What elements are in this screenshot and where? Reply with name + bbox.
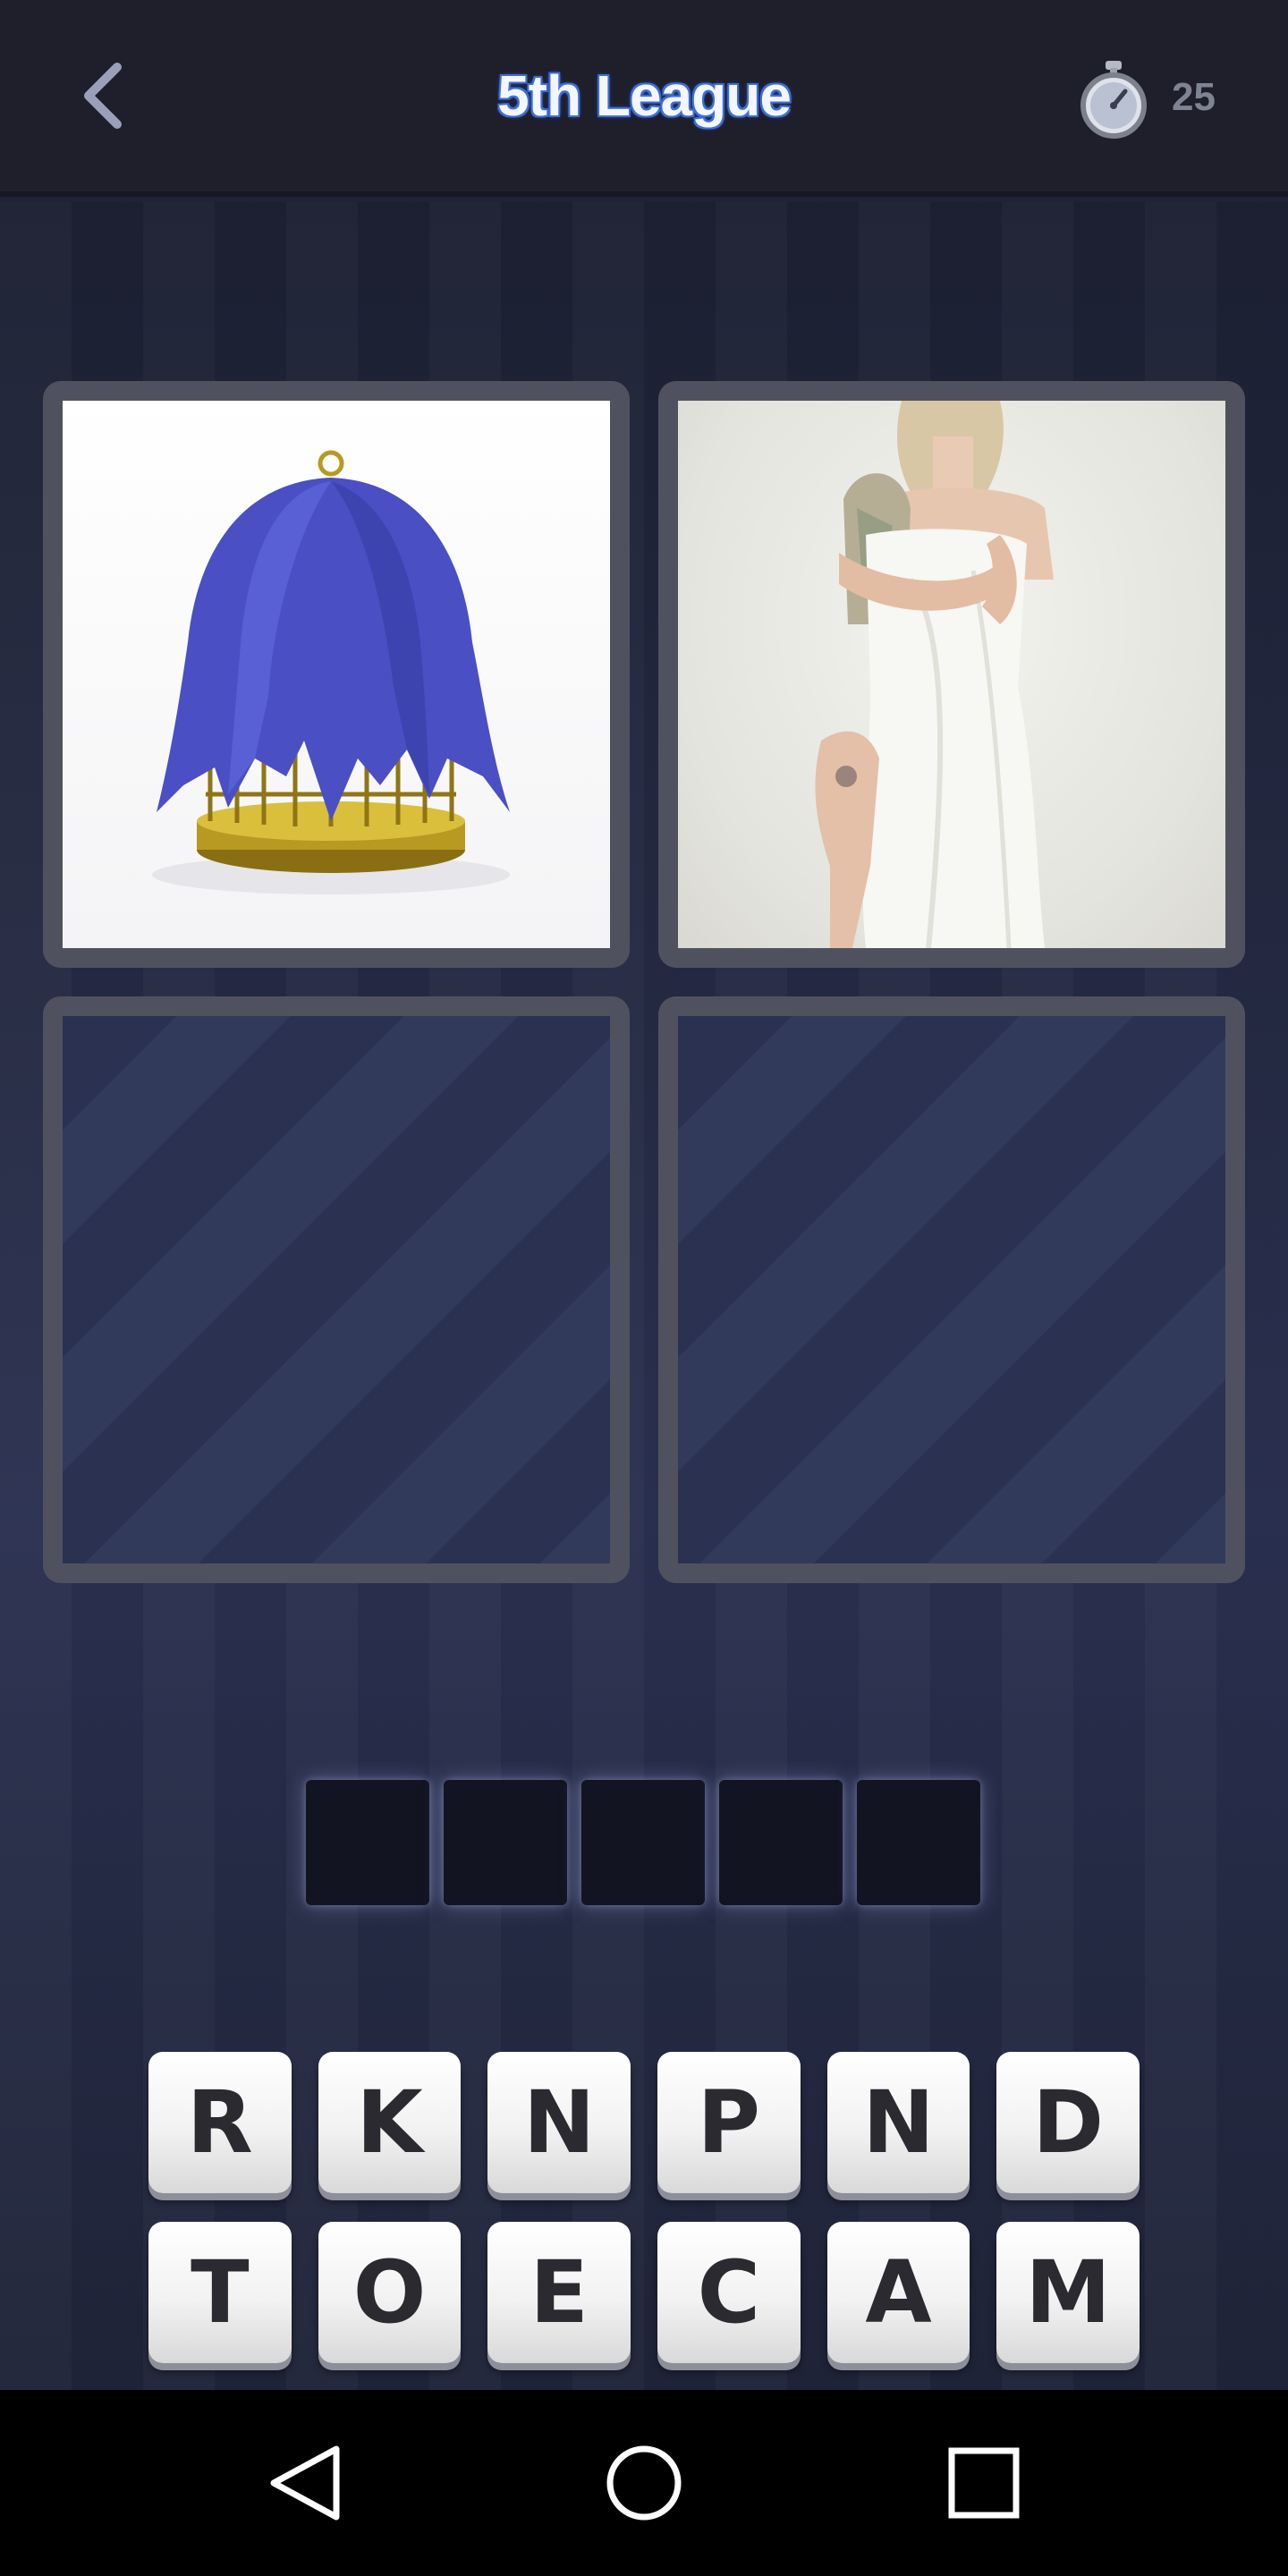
locked-tile-3[interactable] — [43, 996, 630, 1583]
answer-slot[interactable] — [857, 1780, 980, 1905]
locked-tile-4[interactable] — [658, 996, 1245, 1583]
woman-illustration — [815, 401, 1054, 948]
picture-tile-2[interactable] — [658, 381, 1245, 968]
letter-key[interactable]: N — [826, 2052, 970, 2193]
letter-key[interactable]: R — [148, 2052, 292, 2193]
nav-recents-button[interactable] — [939, 2438, 1029, 2528]
system-nav-bar — [0, 2390, 1288, 2576]
letter-key[interactable]: K — [318, 2052, 462, 2193]
letter-key[interactable]: P — [657, 2052, 801, 2193]
answer-slots — [306, 1780, 982, 1905]
nav-home-button[interactable] — [599, 2438, 689, 2528]
timer-count: 25 — [1172, 75, 1216, 119]
birdcage-image — [63, 401, 610, 948]
letter-key[interactable]: A — [826, 2222, 970, 2363]
letter-key[interactable]: C — [657, 2222, 801, 2363]
top-bar: 5th League 25 — [0, 0, 1288, 197]
answer-slot[interactable] — [581, 1780, 705, 1905]
timer — [1073, 59, 1154, 140]
answer-slot[interactable] — [719, 1780, 843, 1905]
answer-slot[interactable] — [306, 1780, 429, 1905]
letter-key[interactable]: D — [996, 2052, 1140, 2193]
birdcage-illustration — [152, 450, 510, 894]
woman-image — [678, 401, 1225, 948]
stopwatch-icon — [1080, 61, 1147, 139]
letter-row-2: T O E C A M — [148, 2222, 1140, 2363]
letter-key[interactable]: O — [318, 2222, 462, 2363]
answer-slot[interactable] — [444, 1780, 567, 1905]
letter-row-1: R K N P N D — [148, 2052, 1140, 2193]
letter-key[interactable]: M — [996, 2222, 1140, 2363]
letter-key[interactable]: T — [148, 2222, 292, 2363]
home-circle-icon — [606, 2445, 682, 2521]
nav-back-button[interactable] — [259, 2438, 349, 2528]
back-triangle-icon — [270, 2445, 340, 2521]
picture-tile-1[interactable] — [43, 381, 630, 968]
letter-key[interactable]: E — [487, 2222, 631, 2363]
recents-square-icon — [948, 2447, 1020, 2519]
letter-key[interactable]: N — [487, 2052, 631, 2193]
